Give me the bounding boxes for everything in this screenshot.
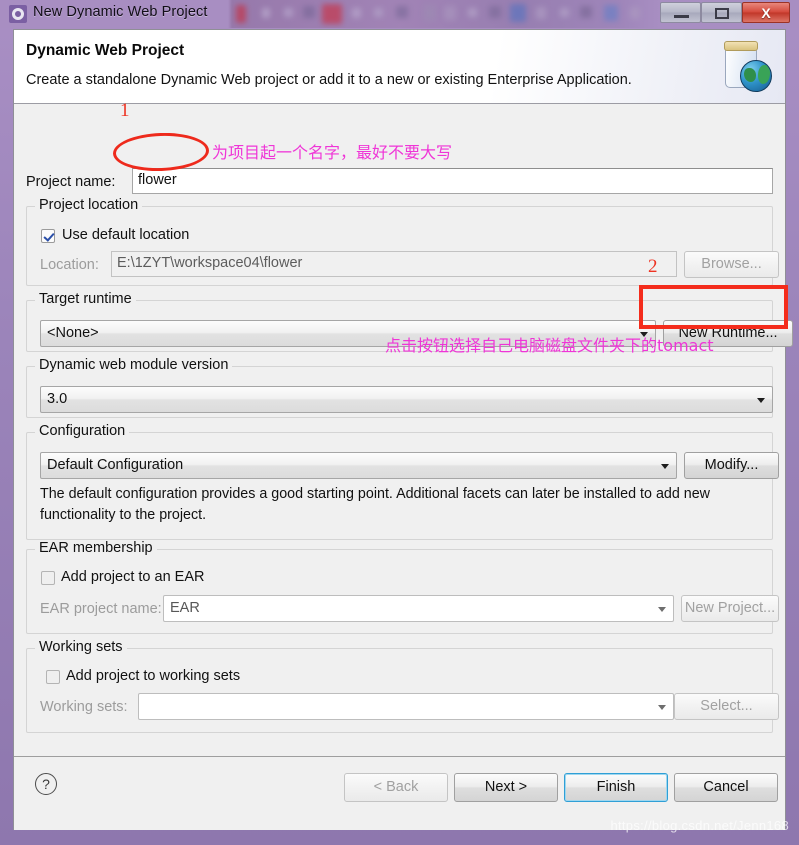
globe-icon xyxy=(740,60,772,92)
configuration-description: The default configuration provides a goo… xyxy=(40,486,711,523)
window-titlebar: New Dynamic Web Project X xyxy=(0,0,799,28)
modify-button[interactable]: Modify... xyxy=(684,452,779,479)
working-sets-label: Working sets: xyxy=(40,699,128,715)
desktop-blur-artifact xyxy=(468,8,477,17)
desktop-blur-artifact xyxy=(424,5,436,21)
dialog-body: Project name: flower Project location Us… xyxy=(14,105,793,755)
working-sets-group: Working sets xyxy=(26,639,773,733)
help-icon[interactable]: ? xyxy=(35,773,57,795)
desktop-blur-artifact xyxy=(374,8,383,17)
desktop-blur-artifact xyxy=(322,4,342,24)
desktop-blur-artifact xyxy=(489,6,501,18)
location-label: Location: xyxy=(40,257,99,273)
add-project-to-ear-checkbox[interactable] xyxy=(41,571,55,585)
finish-button[interactable]: Finish xyxy=(564,773,668,802)
add-project-to-working-sets-checkbox[interactable] xyxy=(46,670,60,684)
window-title: New Dynamic Web Project xyxy=(33,4,208,20)
maximize-icon xyxy=(715,8,729,19)
close-button[interactable]: X xyxy=(742,2,790,23)
module-version-group-title: Dynamic web module version xyxy=(35,357,233,373)
chevron-down-icon xyxy=(658,606,666,612)
project-name-label: Project name: xyxy=(26,174,116,190)
ear-membership-group-title: EAR membership xyxy=(35,540,157,556)
use-default-location-checkbox[interactable] xyxy=(41,229,55,243)
desktop-blur-artifact xyxy=(262,8,270,18)
page-description: Create a standalone Dynamic Web project … xyxy=(26,72,632,88)
annotation-marker-1: 1 xyxy=(120,100,130,121)
minimize-button[interactable] xyxy=(660,2,701,23)
jar-icon-lid xyxy=(724,41,758,51)
select-button[interactable]: Select... xyxy=(674,693,779,720)
project-name-input[interactable]: flower xyxy=(132,168,773,194)
location-input[interactable]: E:\1ZYT\workspace04\flower xyxy=(111,251,677,277)
annotation-rect-new-runtime xyxy=(639,285,788,329)
configuration-combo[interactable]: Default Configuration xyxy=(40,452,677,479)
desktop-blur-artifact xyxy=(236,5,246,23)
desktop-blur-artifact xyxy=(352,8,361,18)
module-version-value: 3.0 xyxy=(47,391,68,407)
chevron-down-icon xyxy=(658,704,666,710)
desktop-blur-artifact xyxy=(303,6,315,18)
add-project-to-ear-label: Add project to an EAR xyxy=(61,569,205,585)
next-button[interactable]: Next > xyxy=(454,773,558,802)
page-title: Dynamic Web Project xyxy=(26,42,185,59)
desktop-blur-artifact xyxy=(580,6,592,18)
desktop-blur-artifact xyxy=(560,8,569,17)
desktop-blur-artifact xyxy=(604,5,618,21)
annotation-note-project-name: 为项目起一个名字，最好不要大写 xyxy=(212,143,453,162)
chevron-down-icon xyxy=(757,397,765,403)
target-runtime-group-title: Target runtime xyxy=(35,291,136,307)
desktop-blur-artifact xyxy=(536,7,546,19)
maximize-button[interactable] xyxy=(701,2,742,23)
use-default-location-label: Use default location xyxy=(62,227,190,243)
desktop-blur-artifact xyxy=(444,6,456,20)
new-project-button[interactable]: New Project... xyxy=(681,595,779,622)
back-button[interactable]: < Back xyxy=(344,773,448,802)
browse-button[interactable]: Browse... xyxy=(684,251,779,278)
eclipse-gear-icon xyxy=(9,5,27,23)
module-version-combo[interactable]: 3.0 xyxy=(40,386,773,413)
ear-project-name-combo[interactable]: EAR xyxy=(163,595,674,622)
target-runtime-value: <None> xyxy=(47,325,99,341)
add-project-to-working-sets-label: Add project to working sets xyxy=(66,668,241,684)
configuration-value: Default Configuration xyxy=(47,457,184,473)
configuration-group-title: Configuration xyxy=(35,423,130,439)
ear-project-name-value: EAR xyxy=(170,600,200,616)
watermark: https://blog.csdn.net/Jenn168 xyxy=(610,818,789,833)
ear-project-name-label: EAR project name: xyxy=(40,601,162,617)
annotation-note-new-runtime: 点击按钮选择自己电脑磁盘文件夹下的tomact xyxy=(385,336,714,355)
desktop-blur-artifact xyxy=(396,6,408,18)
dialog-window: New Dynamic Web Project X Dynamic Web Pr… xyxy=(0,0,799,845)
desktop-blur-artifact xyxy=(510,4,526,22)
desktop-blur-artifact xyxy=(630,7,640,19)
desktop-blur-artifact xyxy=(284,8,293,17)
annotation-marker-2: 2 xyxy=(648,256,658,277)
minimize-icon xyxy=(674,15,689,18)
dialog-header: Dynamic Web Project Create a standalone … xyxy=(14,30,785,104)
working-sets-group-title: Working sets xyxy=(35,639,127,655)
working-sets-combo[interactable] xyxy=(138,693,674,720)
close-icon: X xyxy=(761,5,771,21)
cancel-button[interactable]: Cancel xyxy=(674,773,778,802)
chevron-down-icon xyxy=(661,463,669,469)
project-location-group-title: Project location xyxy=(35,197,143,213)
jar-globe-icon xyxy=(713,34,779,96)
